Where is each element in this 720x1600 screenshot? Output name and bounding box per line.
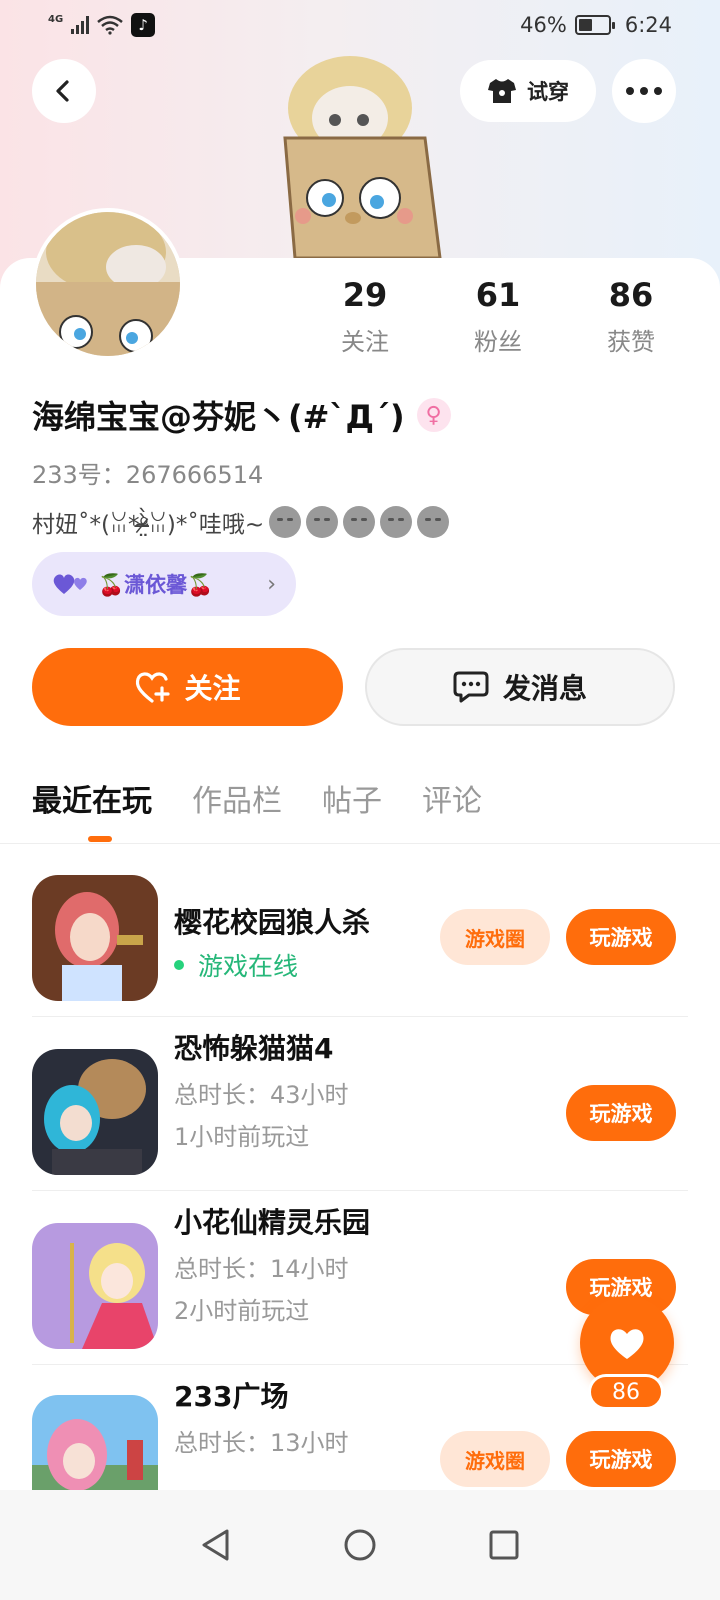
game-circle-button[interactable]: 游戏圈 — [440, 1431, 550, 1487]
tiktok-icon: ♪ — [131, 13, 156, 37]
profile-tabs: 最近在玩 作品栏 帖子 评论 — [32, 776, 482, 820]
game-title: 恐怖躲猫猫4 — [174, 1032, 334, 1065]
tab-indicator — [88, 836, 112, 842]
heart-plus-icon — [136, 672, 171, 703]
bio-text: 村妞˚*(ꈍ*ᵒ̴̶̷̤̀̀ꈍ)*˚哇哦~ — [32, 512, 265, 538]
follow-button[interactable]: 关注 — [32, 648, 343, 726]
last-played: 2小时前玩过 — [174, 1297, 310, 1325]
back-button[interactable] — [32, 59, 96, 123]
play-duration: 总时长：14小时 — [174, 1255, 349, 1283]
username: 海绵宝宝@芬妮丶(#`Д´) — [32, 398, 405, 436]
following-label: 关注 — [341, 328, 389, 356]
more-horizontal-icon — [626, 87, 662, 95]
network-type: 4G — [48, 13, 64, 25]
cp-relationship-pill[interactable]: 🍒潇依馨🍒 › — [32, 552, 296, 616]
try-on-label: 试穿 — [527, 80, 569, 104]
double-heart-icon — [53, 574, 87, 594]
tab-comments[interactable]: 评论 — [422, 776, 482, 820]
profile-stats: 29 关注 61 粉丝 86 获赞 — [300, 276, 720, 366]
online-status: 游戏在线 — [174, 947, 298, 983]
emoji-icon — [417, 506, 450, 538]
stat-fans[interactable]: 61 粉丝 — [438, 276, 558, 357]
female-icon: ♀ — [416, 398, 451, 432]
play-game-button[interactable]: 玩游戏 — [566, 909, 676, 965]
cover-character-image — [283, 56, 442, 258]
fans-count: 61 — [475, 276, 521, 314]
cp-name: 🍒潇依馨🍒 — [98, 573, 214, 597]
battery-percent: 46% — [520, 13, 567, 37]
more-button[interactable] — [612, 59, 676, 123]
play-game-button[interactable]: 玩游戏 — [566, 1431, 676, 1487]
game-title: 小花仙精灵乐园 — [174, 1206, 371, 1239]
follow-label: 关注 — [184, 672, 241, 705]
game-icon — [32, 1223, 158, 1349]
emoji-icon — [269, 506, 302, 538]
stat-following[interactable]: 29 关注 — [305, 276, 425, 357]
like-count-badge: 86 — [588, 1374, 664, 1410]
fans-label: 粉丝 — [474, 328, 522, 356]
message-button[interactable]: 发消息 — [365, 648, 675, 726]
chat-bubble-icon — [453, 671, 489, 703]
stat-likes[interactable]: 86 获赞 — [571, 276, 691, 357]
tab-recently-played[interactable]: 最近在玩 — [32, 776, 152, 820]
signal-icon — [71, 16, 90, 34]
game-title: 樱花校园狼人杀 — [174, 906, 371, 939]
try-on-button[interactable]: 试穿 — [460, 60, 596, 122]
nav-back-icon[interactable] — [199, 1528, 233, 1562]
status-bar: 4G ♪ 46% 6:24 — [0, 0, 720, 50]
user-id: 233号：267666514 — [32, 461, 264, 489]
tshirt-icon — [488, 79, 516, 103]
play-game-button[interactable]: 玩游戏 — [566, 1085, 676, 1141]
likes-count: 86 — [608, 276, 654, 314]
emoji-icon — [306, 506, 339, 538]
battery-icon — [574, 15, 615, 35]
heart-icon — [610, 1329, 644, 1359]
tab-posts[interactable]: 帖子 — [322, 776, 382, 820]
list-item[interactable]: 恐怖躲猫猫4 总时长：43小时 1小时前玩过 玩游戏 — [32, 1017, 688, 1191]
following-count: 29 — [342, 276, 388, 314]
list-item[interactable]: 樱花校园狼人杀 游戏在线 游戏圈 玩游戏 — [32, 843, 688, 1017]
play-duration: 总时长：43小时 — [174, 1081, 349, 1109]
likes-label: 获赞 — [607, 328, 655, 356]
chevron-left-icon — [56, 80, 69, 102]
tab-works[interactable]: 作品栏 — [192, 776, 282, 820]
nav-recents-icon[interactable] — [487, 1528, 521, 1562]
clock: 6:24 — [624, 13, 672, 37]
game-icon — [32, 1395, 158, 1495]
name-row: 海绵宝宝@芬妮丶(#`Д´) ♀ — [32, 392, 451, 438]
emoji-icon — [380, 506, 413, 538]
avatar-image — [36, 212, 180, 356]
game-circle-button[interactable]: 游戏圈 — [440, 909, 550, 965]
play-duration: 总时长：13小时 — [174, 1429, 349, 1457]
online-dot-icon — [174, 960, 184, 970]
nav-home-icon[interactable] — [343, 1528, 377, 1562]
online-label: 游戏在线 — [198, 952, 299, 981]
emoji-icon — [343, 506, 376, 538]
game-title: 233广场 — [174, 1380, 289, 1413]
wifi-icon — [97, 15, 123, 35]
game-icon — [32, 1049, 158, 1175]
game-icon — [32, 875, 158, 1001]
system-nav-bar — [0, 1490, 720, 1600]
last-played: 1小时前玩过 — [174, 1123, 310, 1151]
bio: 村妞˚*(ꈍ*ᵒ̴̶̷̤̀̀ꈍ)*˚哇哦~ — [32, 505, 450, 539]
avatar[interactable] — [32, 208, 184, 360]
chevron-right-icon: › — [267, 571, 276, 597]
message-label: 发消息 — [502, 672, 587, 705]
